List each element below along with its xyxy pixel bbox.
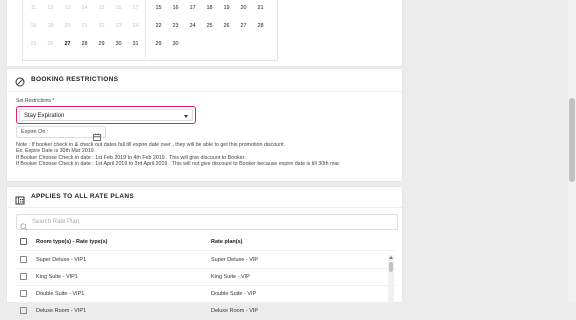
table-row: Deluxe Room - VIP1 Deluxe Room - VIP <box>16 303 396 320</box>
calendar-day[interactable]: 31 <box>127 41 144 47</box>
calendar-day[interactable]: 11 <box>25 5 42 11</box>
expire-on-field[interactable]: Expire On : <box>16 126 106 141</box>
calendar-day[interactable]: 24 <box>127 23 144 29</box>
room-type-header: Room type(s) - Rate type(s) <box>36 239 108 245</box>
calendar-week: 15 16 17 18 19 20 21 <box>150 5 269 11</box>
calendar-day[interactable]: 25 <box>25 41 42 47</box>
calendar-day[interactable]: 23 <box>167 23 184 29</box>
calendar-day[interactable]: 22 <box>150 23 167 29</box>
row-checkbox[interactable] <box>20 290 27 297</box>
calendar-day[interactable]: 13 <box>59 5 76 11</box>
calendar-day[interactable]: 28 <box>76 41 93 47</box>
restriction-notes: Note : If booker check in & check out da… <box>16 142 340 167</box>
select-all-checkbox[interactable] <box>20 238 27 245</box>
calendar-day[interactable]: 30 <box>167 41 184 47</box>
calendar-day[interactable]: 24 <box>184 23 201 29</box>
booking-restrictions-card: BOOKING RESTRICTIONS Set Restrictions * … <box>7 69 402 181</box>
calendar-day[interactable]: 29 <box>150 41 167 47</box>
calendar-day[interactable]: 18 <box>25 23 42 29</box>
calendar-day[interactable]: 19 <box>42 23 59 29</box>
calendar-divider <box>145 0 146 58</box>
building-icon <box>15 192 25 210</box>
calendar-day[interactable]: 19 <box>218 5 235 11</box>
calendar-day[interactable]: 30 <box>110 41 127 47</box>
calendar-day[interactable]: 16 <box>110 5 127 11</box>
search-placeholder: Search Rate Plan <box>32 218 80 225</box>
scroll-up-icon[interactable] <box>389 256 393 259</box>
rate-plan-header: Rate plan(s) <box>211 239 243 245</box>
calendar-week: 25 26 27 28 29 30 31 <box>25 41 144 47</box>
prohibited-icon <box>15 74 25 92</box>
calendar-day[interactable]: 22 <box>93 23 110 29</box>
calendar-week: 29 30 <box>150 41 184 47</box>
calendar-day[interactable]: 17 <box>184 5 201 11</box>
calendar-day[interactable]: 17 <box>127 5 144 11</box>
row-checkbox[interactable] <box>20 256 27 263</box>
rate-plans-scrollbar[interactable] <box>388 255 394 302</box>
restriction-select-value: Stay Expiration <box>24 113 65 119</box>
set-restrictions-label: Set Restrictions * <box>16 98 55 104</box>
calendar-day[interactable]: 21 <box>76 23 93 29</box>
calendar-day[interactable]: 15 <box>93 5 110 11</box>
calendar-day[interactable]: 15 <box>150 5 167 11</box>
table-row: Super Deluxe - VIP1 Super Deluxe - VIP <box>16 252 396 269</box>
calendar-day[interactable]: 23 <box>110 23 127 29</box>
section-title: APPLIES TO ALL RATE PLANS <box>31 193 134 200</box>
note-line: If Booker Choose Check in date : 1st Apr… <box>16 160 341 167</box>
restriction-select[interactable]: Stay Expiration <box>19 109 193 121</box>
calendar-day[interactable]: 25 <box>201 23 218 29</box>
calendar-day[interactable]: 28 <box>252 23 269 29</box>
date-range-card: 11 12 13 14 15 16 17 18 19 20 21 22 23 24 25 26 27 28 29 30… <box>7 0 402 66</box>
calendar-day[interactable]: 12 <box>42 5 59 11</box>
date-range-calendar: 11 12 13 14 15 16 17 18 19 20 21 22 23 24 25 26 27 28 29 30… <box>22 0 278 61</box>
calendar-day[interactable]: 18 <box>201 5 218 11</box>
row-checkbox[interactable] <box>20 273 27 280</box>
room-type-cell: Deluxe Room - VIP1 <box>36 308 87 314</box>
table-row: King Suite - VIP1 King Suite - VIP <box>16 269 396 286</box>
rate-plan-cell: Double Suite - VIP <box>211 291 257 297</box>
page-scrollbar[interactable] <box>568 0 576 302</box>
room-type-cell: King Suite - VIP1 <box>36 274 78 280</box>
calendar-day[interactable]: 29 <box>93 41 110 47</box>
rate-plan-cell: Deluxe Room - VIP <box>211 308 259 314</box>
calendar-day[interactable]: 27 <box>235 23 252 29</box>
calendar-day[interactable]: 16 <box>167 5 184 11</box>
calendar-day[interactable]: 26 <box>218 23 235 29</box>
table-header-row: Room type(s) - Rate type(s) Rate plan(s) <box>16 234 396 251</box>
calendar-day[interactable]: 27 <box>59 41 76 47</box>
calendar-week: 22 23 24 25 26 27 28 <box>150 23 269 29</box>
rate-plan-cell: King Suite - VIP <box>211 274 250 280</box>
search-rate-plan-input[interactable]: Search Rate Plan <box>16 214 398 231</box>
restriction-select-focus: Stay Expiration <box>16 106 196 124</box>
calendar-day[interactable]: 14 <box>76 5 93 11</box>
booking-restrictions-header: BOOKING RESTRICTIONS <box>7 69 402 92</box>
calendar-week: 11 12 13 14 15 16 17 <box>25 5 144 11</box>
page-scrollbar-thumb[interactable] <box>569 98 575 182</box>
calendar-day[interactable]: 26 <box>42 41 59 47</box>
row-checkbox[interactable] <box>20 307 27 314</box>
table-row: Double Suite - VIP1 Double Suite - VIP <box>16 286 396 303</box>
room-type-cell: Double Suite - VIP1 <box>36 291 85 297</box>
rate-plans-scrollbar-thumb[interactable] <box>389 262 393 272</box>
expire-on-label: Expire On : <box>21 129 49 135</box>
section-title: BOOKING RESTRICTIONS <box>31 76 119 83</box>
calendar-week: 18 19 20 21 22 23 24 <box>25 23 144 29</box>
rate-plans-header: APPLIES TO ALL RATE PLANS <box>7 187 402 208</box>
rate-plans-card: APPLIES TO ALL RATE PLANS Search Rate Pl… <box>7 187 402 320</box>
calendar-day[interactable]: 21 <box>252 5 269 11</box>
chevron-down-icon <box>184 115 188 118</box>
calendar-day[interactable]: 20 <box>59 23 76 29</box>
room-type-cell: Super Deluxe - VIP1 <box>36 257 87 263</box>
calendar-day[interactable]: 20 <box>235 5 252 11</box>
rate-plan-cell: Super Deluxe - VIP <box>211 257 259 263</box>
